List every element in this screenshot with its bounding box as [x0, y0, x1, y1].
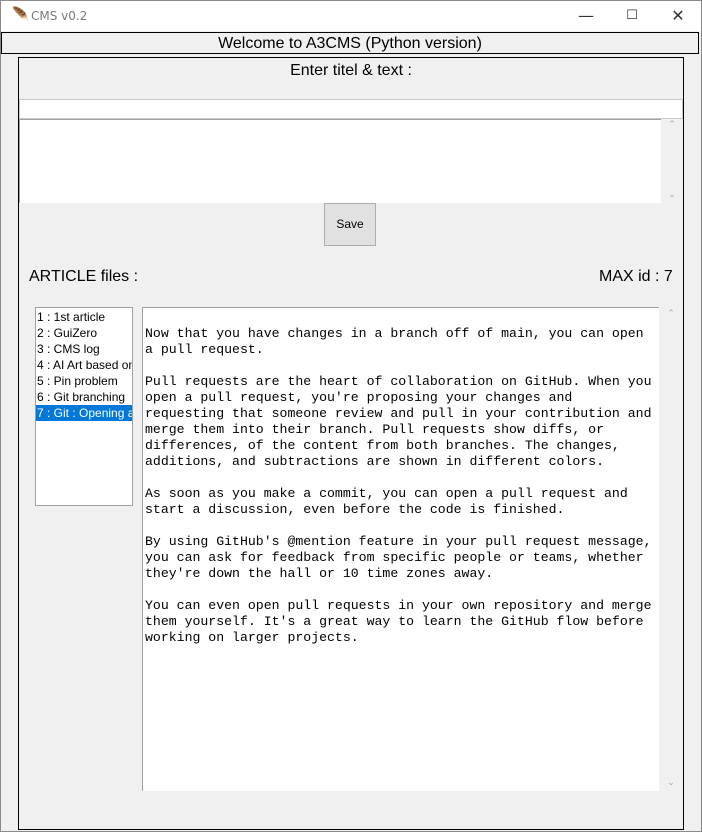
list-item[interactable]: 2 : GuiZero [36, 325, 132, 341]
scroll-down-icon[interactable]: ⌄ [659, 778, 683, 788]
list-item[interactable]: 4 : AI Art based on [36, 357, 132, 373]
window-title: CMS v0.2 [31, 9, 88, 23]
article-listbox[interactable]: 1 : 1st article 2 : GuiZero 3 : CMS log … [35, 307, 133, 506]
save-button[interactable]: Save [324, 203, 376, 246]
feather-icon: 🪶 [12, 7, 30, 23]
scroll-down-icon[interactable]: ⌄ [661, 190, 683, 200]
article-files-label: ARTICLE files : [29, 268, 139, 285]
content-paragraph: You can even open pull requests in your … [145, 598, 652, 645]
title-input[interactable] [19, 99, 683, 119]
title-bar[interactable]: 🪶 CMS v0.2 — ☐ ✕ [1, 1, 701, 31]
article-content-text[interactable]: Now that you have changes in a branch of… [142, 307, 659, 791]
enter-title-text-label: Enter titel & text : [290, 62, 412, 79]
list-item[interactable]: 3 : CMS log [36, 341, 132, 357]
content-paragraph: Now that you have changes in a branch of… [145, 326, 644, 357]
scroll-up-icon[interactable]: ⌃ [661, 120, 683, 130]
body-textarea[interactable] [19, 119, 661, 203]
list-item[interactable]: 7 : Git : Opening a [36, 405, 132, 421]
list-item[interactable]: 5 : Pin problem [36, 373, 132, 389]
max-id-label: MAX id : 7 [599, 268, 673, 285]
minimize-button[interactable]: — [563, 1, 609, 31]
scroll-up-icon[interactable]: ⌃ [659, 309, 683, 319]
content-scrollbar[interactable]: ⌃ ⌄ [659, 307, 683, 791]
body-scrollbar[interactable]: ⌃ ⌄ [661, 119, 683, 203]
maximize-button[interactable]: ☐ [609, 1, 655, 31]
list-item[interactable]: 1 : 1st article [36, 309, 132, 325]
content-paragraph: By using GitHub's @mention feature in yo… [145, 534, 652, 581]
content-paragraph: As soon as you make a commit, you can op… [145, 486, 628, 517]
close-button[interactable]: ✕ [655, 1, 701, 31]
welcome-banner: Welcome to A3CMS (Python version) [1, 32, 699, 54]
list-item[interactable]: 6 : Git branching [36, 389, 132, 405]
content-paragraph: Pull requests are the heart of collabora… [145, 374, 652, 469]
